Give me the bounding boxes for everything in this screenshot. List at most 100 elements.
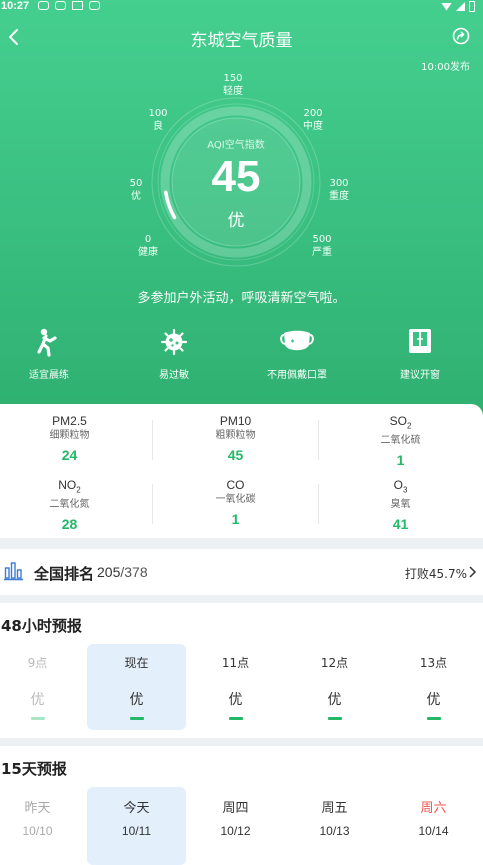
level-bar [228,717,243,720]
pollutant-no2[interactable]: NO2 二氧化氮 28 [0,477,150,535]
pollutant-cn-name: 臭氧 [390,499,411,511]
tip-window[interactable]: 建议开窗 [360,327,480,381]
day-date: 10/14 [418,824,449,838]
hour-column-selected[interactable]: 现在 优 [87,644,186,730]
pollutant-name: PM2.5 [52,414,87,428]
pollutant-cn-name: 二氧化硫 [380,435,421,447]
hour-column[interactable]: 11点 优 [186,644,285,730]
aqi-gauge: 0 健康 50 优 100 良 150 轻度 200 中度 300 重度 500 严重 AQI… [0,0,483,300]
ranking-value: 205/378 [97,564,148,580]
advice-text: 多参加户外活动，呼吸清新空气啦。 [137,291,346,306]
pollutant-value: 41 [392,516,409,533]
pollutant-pm10[interactable]: PM10 粗颗粒物 45 [155,413,316,466]
section-title: 48小时预报 [1,617,82,635]
tip-label: 易过敏 [159,370,189,381]
day-column[interactable]: 周六 10/14 [384,787,483,865]
pollutant-cn-name: 二氧化氮 [49,499,90,511]
scale-200: 200 中度 [303,108,323,132]
divider [318,484,319,524]
scale-150: 150 轻度 [223,73,243,97]
face-mask-icon [280,330,314,351]
pollutant-co[interactable]: CO 一氧化碳 1 [155,477,316,530]
health-tips: 适宜晨练 易过敏 不用佩戴口罩 建议开窗 [0,327,483,387]
day-label: 周五 [321,801,348,816]
tip-label: 建议开窗 [400,370,440,381]
tip-morning-exercise[interactable]: 适宜晨练 [0,327,109,381]
tip-label: 不用佩戴口罩 [267,370,327,381]
hour-level: 优 [327,692,342,708]
pollutant-so2[interactable]: SO2 二氧化硫 1 [320,413,481,471]
aqi-label: AQI空气指数 [207,140,265,151]
day-label: 周四 [222,801,249,816]
day-date: 10/10 [22,824,53,838]
divider [152,484,153,524]
hourly-forecast: 48小时预报 9点 优 现在 优 11点 优 12点 优 13点 优 [0,603,483,738]
open-window-icon [409,329,431,353]
ranking-label: 全国排名 [34,565,95,583]
pollutant-cn-name: 一氧化碳 [215,494,256,505]
tip-mask[interactable]: 不用佩戴口罩 [237,327,357,381]
aqi-value: 45 [211,152,261,201]
pollutant-o3[interactable]: O3 臭氧 41 [320,477,481,535]
level-bar [129,717,144,720]
daily-forecast: 15天预报 昨天 10/10 今天 10/11 周四 10/12 周五 10/1… [0,746,483,865]
level-bar [426,717,441,720]
bar-chart-icon [4,562,23,581]
scale-50: 50 优 [129,178,143,202]
aqi-level: 优 [227,211,245,231]
day-date: 10/12 [220,824,251,838]
section-title: 15天预报 [1,760,67,778]
ranking-beat: 打败45.7% [404,567,467,581]
pollutant-value: 1 [396,452,405,469]
pollutant-value: 45 [227,447,244,463]
hour-level: 优 [426,692,441,708]
pollutant-name: NO2 [58,478,81,495]
chevron-right-icon [469,566,477,578]
day-label: 昨天 [24,801,51,816]
level-bar [30,717,45,720]
day-column[interactable]: 周五 10/13 [285,787,384,865]
hour-level: 优 [129,692,144,708]
hour-label: 12点 [320,656,349,670]
scale-500: 500 严重 [312,234,332,258]
hour-column[interactable]: 13点 优 [384,644,483,730]
day-column-selected[interactable]: 今天 10/11 [87,787,186,865]
day-label: 周六 [420,801,447,816]
pollutant-value: 24 [61,447,78,463]
virus-icon [160,328,188,356]
hour-level: 优 [30,692,45,708]
tip-allergy[interactable]: 易过敏 [114,327,234,381]
hour-label: 现在 [124,656,149,670]
pollutant-name: SO2 [389,414,412,431]
hour-column[interactable]: 9点 优 [0,644,87,730]
tip-label: 适宜晨练 [29,370,69,381]
level-bar [327,717,342,720]
scale-100: 100 良 [148,108,168,132]
day-date: 10/13 [319,824,350,838]
day-date: 10/11 [121,824,152,838]
pollutant-cn-name: 细颗粒物 [49,430,90,441]
hour-column[interactable]: 12点 优 [285,644,384,730]
running-person-icon [37,328,57,357]
pollutant-grid: PM2.5 细颗粒物 24 PM10 粗颗粒物 45 SO2 二氧化硫 1 NO… [0,404,483,538]
scale-0: 0 健康 [138,234,158,258]
hour-label: 11点 [221,656,250,670]
divider [152,420,153,460]
day-column[interactable]: 昨天 10/10 [0,787,87,865]
hour-label: 9点 [27,656,48,670]
scale-300: 300 重度 [329,178,349,202]
pollutant-name: CO [226,478,245,492]
pollutant-pm25[interactable]: PM2.5 细颗粒物 24 [0,413,150,466]
national-ranking[interactable]: 全国排名 205/378 打败45.7% [0,549,483,595]
pollutant-cn-name: 粗颗粒物 [215,430,256,441]
pollutant-value: 28 [61,516,78,533]
day-column[interactable]: 周四 10/12 [186,787,285,865]
pollutant-name: PM10 [219,414,252,428]
day-label: 今天 [123,801,150,816]
pollutant-value: 1 [231,511,240,527]
divider [318,420,319,460]
pollutant-name: O3 [393,478,408,495]
hour-label: 13点 [419,656,448,670]
hour-level: 优 [228,692,243,708]
aqi-hero-panel: 10:27 东城空气质量 10:00发布 0 健康 50 优 100 良 150… [0,0,483,415]
